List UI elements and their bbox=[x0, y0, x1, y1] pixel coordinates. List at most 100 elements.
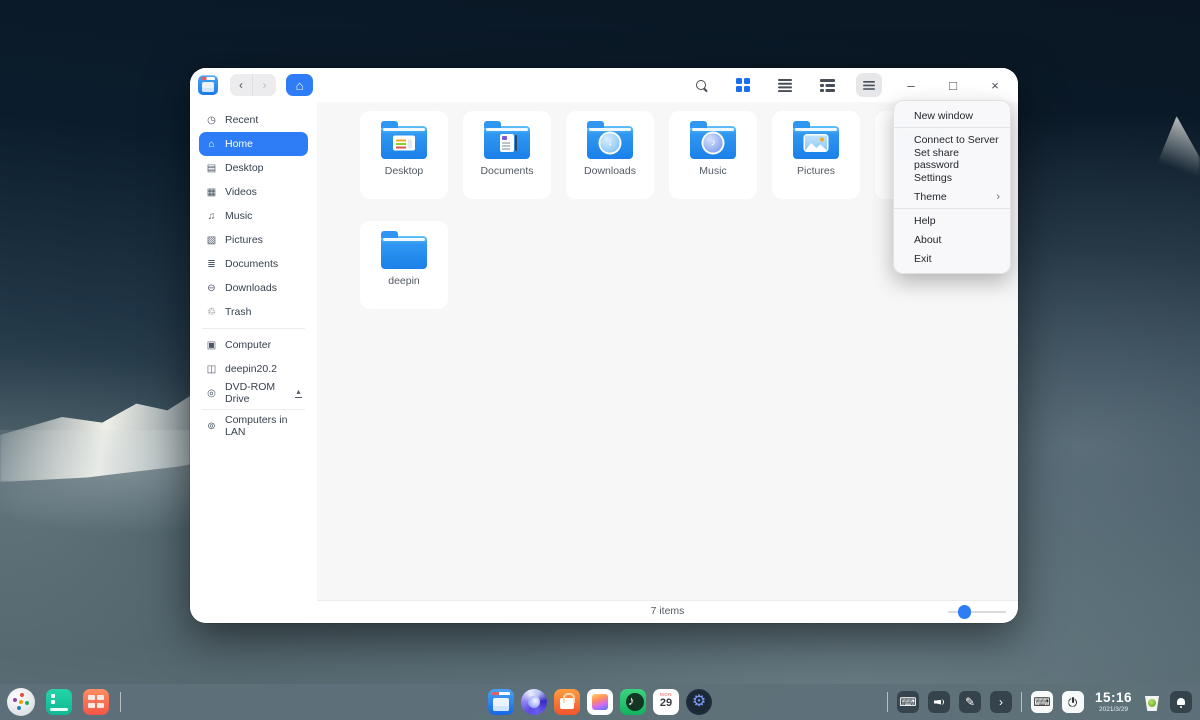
network-icon: ✎ bbox=[964, 695, 975, 709]
sidebar-item-desktop[interactable]: ▤ Desktop bbox=[199, 156, 308, 180]
computer-icon: ▣ bbox=[206, 339, 217, 351]
sidebar-separator bbox=[202, 409, 305, 410]
show-desktop-icon[interactable] bbox=[46, 689, 72, 715]
search-button[interactable] bbox=[688, 73, 714, 97]
network-button[interactable]: ✎ bbox=[958, 691, 981, 713]
pictures-emblem-icon bbox=[805, 135, 827, 151]
recent-icon: ◷ bbox=[207, 114, 216, 126]
downloads-icon: ⊖ bbox=[207, 282, 216, 294]
sidebar-item-music[interactable]: ♫ Music bbox=[199, 204, 308, 228]
input-method-button[interactable]: ⌨ bbox=[896, 691, 919, 713]
menu-item-label: New window bbox=[914, 109, 973, 122]
sidebar-item-label: Desktop bbox=[225, 162, 264, 174]
sidebar-item-deepin-disk[interactable]: ◫ deepin20.2 bbox=[199, 357, 308, 381]
sidebar-item-label: deepin20.2 bbox=[225, 363, 277, 375]
sidebar-separator bbox=[202, 328, 305, 329]
trash-dock-icon[interactable] bbox=[1143, 692, 1161, 712]
detail-view-button[interactable] bbox=[814, 73, 840, 97]
minimize-button[interactable]: – bbox=[898, 73, 924, 97]
menu-item-label: Exit bbox=[914, 252, 932, 265]
disk-icon: ◫ bbox=[206, 363, 217, 375]
titlebar[interactable]: ‹ › ⌂ – □ × bbox=[190, 68, 1018, 102]
menu-item-exit[interactable]: Exit bbox=[894, 249, 1010, 268]
sidebar: ◷ Recent ⌂ Home ▤ Desktop ▦ Videos ♫ Music ▧ P… bbox=[190, 102, 317, 623]
documents-icon: ≣ bbox=[207, 258, 216, 270]
clock-time: 15:16 bbox=[1094, 690, 1132, 705]
folder-card-documents[interactable]: Documents bbox=[463, 111, 551, 199]
sidebar-item-label: Pictures bbox=[225, 234, 263, 246]
sidebar-item-pictures[interactable]: ▧ Pictures bbox=[199, 228, 308, 252]
detail-view-icon bbox=[819, 78, 835, 92]
slider-handle[interactable] bbox=[958, 605, 971, 619]
dock-control-center-icon[interactable] bbox=[686, 689, 712, 715]
menu-item-help[interactable]: Help bbox=[894, 211, 1010, 230]
onscreen-keyboard-button[interactable]: ⌨ bbox=[1030, 691, 1053, 713]
folder-card-pictures[interactable]: Pictures bbox=[772, 111, 860, 199]
eject-icon[interactable]: ▴ bbox=[295, 388, 302, 398]
sidebar-item-trash[interactable]: ♲ Trash bbox=[199, 300, 308, 324]
sidebar-item-label: Computers in LAN bbox=[225, 414, 288, 438]
icon-size-slider[interactable] bbox=[948, 605, 1006, 619]
launcher-icon[interactable] bbox=[7, 688, 35, 716]
chevron-right-icon: › bbox=[998, 695, 1003, 709]
item-count: 7 items bbox=[650, 605, 685, 617]
volume-button[interactable] bbox=[927, 691, 950, 713]
sidebar-item-videos[interactable]: ▦ Videos bbox=[199, 180, 308, 204]
folder-card-downloads[interactable]: ↓ Downloads bbox=[566, 111, 654, 199]
speaker-icon bbox=[934, 697, 944, 707]
dock-photos-icon[interactable] bbox=[587, 689, 613, 715]
menu-item-new-window[interactable]: New window bbox=[894, 106, 1010, 125]
sidebar-item-recent[interactable]: ◷ Recent bbox=[199, 108, 308, 132]
sidebar-item-computer[interactable]: ▣ Computer bbox=[199, 333, 308, 357]
sidebar-item-label: Downloads bbox=[225, 282, 277, 294]
dock-file-manager-icon[interactable] bbox=[488, 689, 514, 715]
forward-button[interactable]: › bbox=[253, 74, 276, 96]
multitasking-view-icon[interactable] bbox=[83, 689, 109, 715]
grid-view-button[interactable] bbox=[730, 73, 756, 97]
menu-separator bbox=[894, 208, 1010, 209]
sidebar-item-home[interactable]: ⌂ Home bbox=[199, 132, 308, 156]
tray-expand-button[interactable]: › bbox=[989, 691, 1012, 713]
sidebar-item-label: Trash bbox=[225, 306, 252, 318]
sidebar-item-downloads[interactable]: ⊖ Downloads bbox=[199, 276, 308, 300]
folder-card-desktop[interactable]: Desktop bbox=[360, 111, 448, 199]
hamburger-menu-icon bbox=[863, 80, 875, 90]
back-button[interactable]: ‹ bbox=[230, 74, 253, 96]
dock-calendar-icon[interactable]: MON 29 bbox=[653, 689, 679, 715]
menu-item-label: Connect to Server bbox=[914, 133, 999, 146]
maximize-button[interactable]: □ bbox=[940, 73, 966, 97]
clock-date: 2021/3/29 bbox=[1099, 705, 1128, 713]
clock[interactable]: 15:16 2021/3/29 bbox=[1095, 691, 1132, 713]
folder-name: deepin bbox=[388, 275, 420, 287]
menu-item-settings[interactable]: Settings bbox=[894, 168, 1010, 187]
nav-buttons: ‹ › bbox=[230, 74, 276, 96]
folder-name: Music bbox=[699, 165, 727, 177]
window-menu-button[interactable] bbox=[856, 73, 882, 97]
sidebar-item-dvd-drive[interactable]: ◎ DVD-ROM Drive ▴ bbox=[199, 381, 308, 405]
menu-item-label: Set share password bbox=[914, 146, 959, 171]
notification-center-button[interactable] bbox=[1170, 691, 1192, 713]
close-button[interactable]: × bbox=[982, 73, 1008, 97]
sidebar-item-label: Home bbox=[225, 138, 254, 150]
dock-music-icon[interactable] bbox=[620, 689, 646, 715]
menu-item-set-share-password[interactable]: Set share password bbox=[894, 146, 1010, 171]
folder-card-deepin[interactable]: deepin bbox=[360, 221, 448, 309]
menu-item-theme[interactable]: Theme › bbox=[894, 187, 1010, 206]
sidebar-item-documents[interactable]: ≣ Documents bbox=[199, 252, 308, 276]
folder-name: Desktop bbox=[384, 165, 424, 177]
folder-card-music[interactable]: ♪ Music bbox=[669, 111, 757, 199]
sidebar-item-computers-in-lan[interactable]: ⊚ Computers in LAN bbox=[199, 414, 308, 438]
dock-separator bbox=[120, 692, 121, 712]
dock-app-store-icon[interactable] bbox=[554, 689, 580, 715]
dvd-icon: ◎ bbox=[207, 387, 216, 399]
home-button[interactable]: ⌂ bbox=[286, 74, 313, 96]
search-icon bbox=[695, 79, 707, 91]
menu-item-label: Help bbox=[914, 214, 936, 227]
menu-item-about[interactable]: About bbox=[894, 230, 1010, 249]
list-view-button[interactable] bbox=[772, 73, 798, 97]
shutdown-button[interactable] bbox=[1061, 691, 1084, 713]
file-manager-app-icon bbox=[198, 75, 218, 95]
pictures-folder-icon bbox=[793, 121, 839, 159]
power-icon bbox=[1067, 696, 1078, 708]
dock-browser-icon[interactable] bbox=[521, 689, 547, 715]
